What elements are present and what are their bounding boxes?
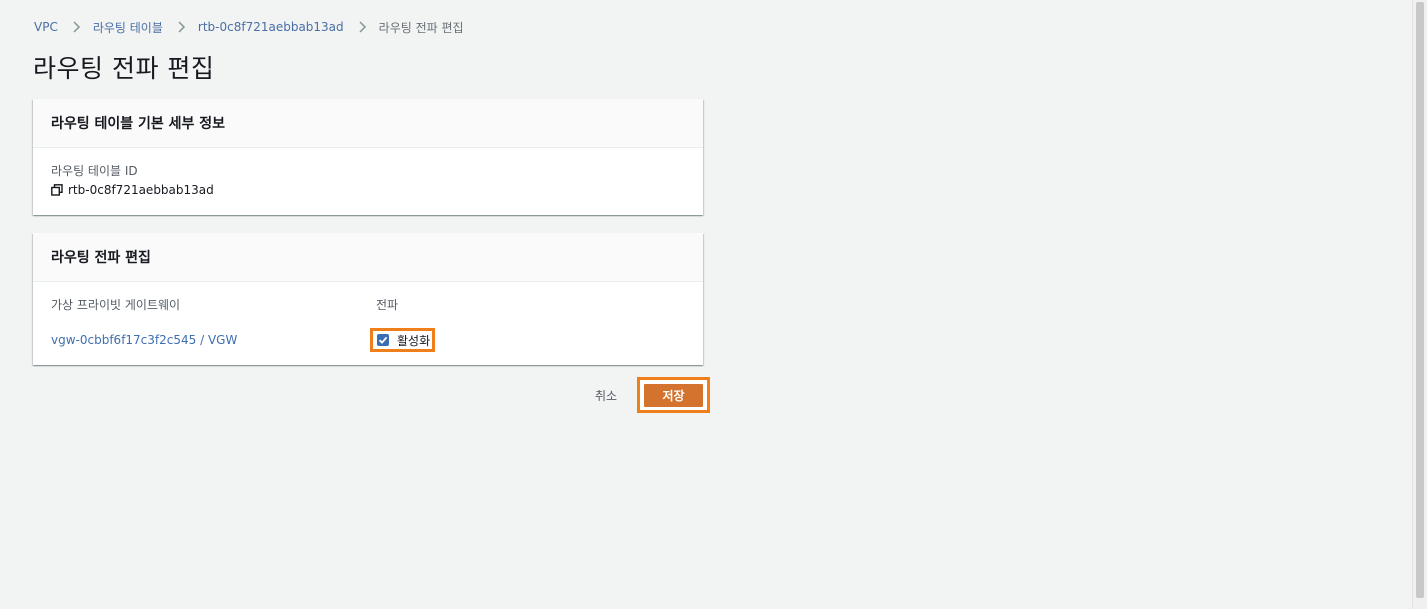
breadcrumb-route-tables[interactable]: 라우팅 테이블 <box>93 19 163 36</box>
chevron-right-icon <box>73 21 80 33</box>
route-table-id-label: 라우팅 테이블 ID <box>51 164 138 178</box>
save-button-highlight: 저장 <box>637 377 710 413</box>
panel-header: 라우팅 테이블 기본 세부 정보 <box>33 99 703 148</box>
copy-icon[interactable] <box>51 184 63 196</box>
breadcrumb-current: 라우팅 전파 편집 <box>378 20 464 35</box>
save-button[interactable]: 저장 <box>644 383 703 407</box>
propagation-checkbox-field[interactable]: 활성화 <box>370 328 435 352</box>
chevron-right-icon <box>359 21 366 33</box>
vertical-scrollbar[interactable] <box>1412 0 1427 609</box>
enable-checkbox[interactable] <box>377 334 389 346</box>
chevron-right-icon <box>178 21 185 33</box>
column-header-propagation: 전파 <box>376 298 399 312</box>
breadcrumb: VPC 라우팅 테이블 rtb-0c8f721aebbab13ad 라우팅 전파… <box>34 18 464 36</box>
checkbox-label: 활성화 <box>397 333 431 348</box>
route-table-id-value: rtb-0c8f721aebbab13ad <box>51 183 214 197</box>
route-table-details-panel: 라우팅 테이블 기본 세부 정보 라우팅 테이블 ID rtb-0c8f721a… <box>33 99 703 215</box>
gateway-link[interactable]: vgw-0cbbf6f17c3f2c545 / VGW <box>51 333 237 347</box>
panel-header: 라우팅 전파 편집 <box>33 233 703 282</box>
cancel-button[interactable]: 취소 <box>586 383 626 407</box>
edit-route-propagation-panel: 라우팅 전파 편집 가상 프라이빗 게이트웨이 전파 vgw-0cbbf6f17… <box>33 233 703 365</box>
breadcrumb-route-table-id[interactable]: rtb-0c8f721aebbab13ad <box>198 20 344 34</box>
scrollbar-thumb[interactable] <box>1416 2 1424 598</box>
route-table-id-text: rtb-0c8f721aebbab13ad <box>68 183 214 197</box>
page-title: 라우팅 전파 편집 <box>33 54 215 83</box>
check-icon <box>378 336 388 344</box>
column-header-gateway: 가상 프라이빗 게이트웨이 <box>51 298 181 312</box>
breadcrumb-vpc[interactable]: VPC <box>34 20 58 34</box>
